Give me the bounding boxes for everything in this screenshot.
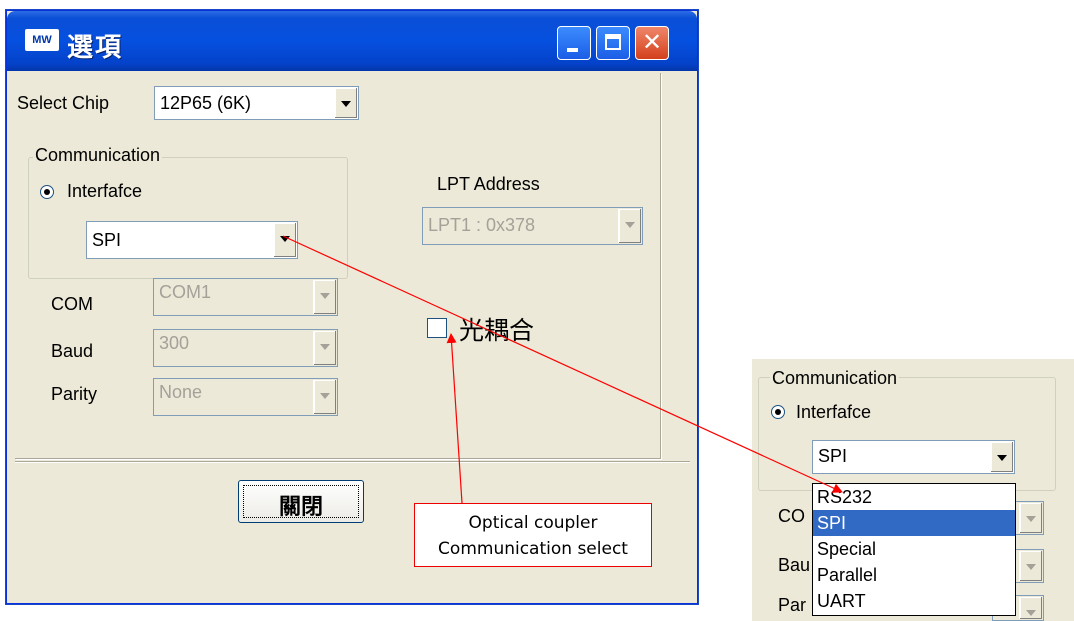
arrow-to-interface-list <box>282 235 843 493</box>
arrow-to-optical-checkbox <box>446 333 463 504</box>
annotation-arrows <box>282 235 843 504</box>
